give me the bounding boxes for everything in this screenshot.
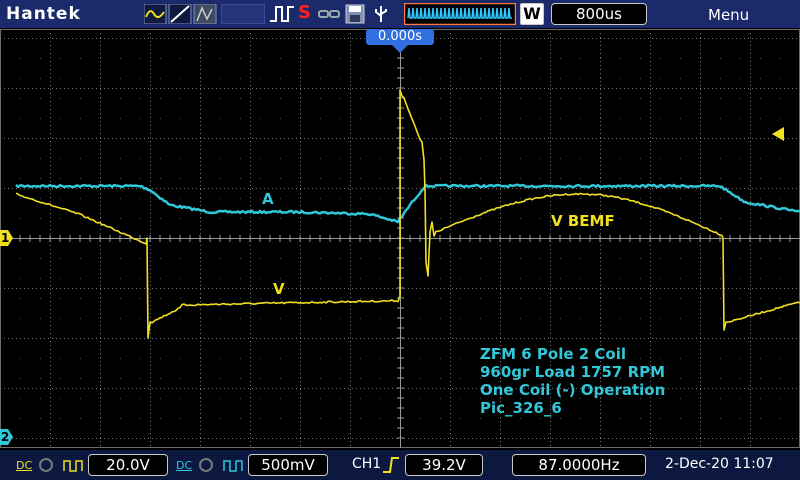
- ch2-coupling[interactable]: DC: [176, 459, 192, 472]
- trace-label-a: A: [262, 190, 274, 208]
- channel-1-trace: [15, 89, 800, 339]
- date-time: 2-Dec-20 11:07: [665, 456, 774, 472]
- bottom-status-bar: DC 20.0V DC 500mV CH1 39.2V 87.0000Hz 2-…: [0, 450, 800, 480]
- ch2-marker-label: 2: [1, 430, 10, 444]
- rising-edge-icon: [383, 457, 399, 473]
- ch2-volts-div[interactable]: 500mV: [248, 454, 328, 476]
- ch2-bw-limit-icon: [199, 458, 243, 472]
- trigger-level[interactable]: 39.2V: [405, 454, 483, 476]
- frequency-readout: 87.0000Hz: [512, 454, 646, 476]
- ch1-volts-div[interactable]: 20.0V: [88, 454, 168, 476]
- trace-label-v: V: [273, 280, 285, 298]
- trigger-level-marker: [772, 127, 784, 141]
- annotation-note: ZFM 6 Pole 2 Coil 960gr Load 1757 RPM On…: [480, 345, 665, 417]
- note-line: One Coil (-) Operation: [480, 381, 666, 399]
- channel-2-trace: [15, 183, 800, 224]
- trigger-source[interactable]: CH1: [352, 456, 381, 472]
- ch1-bw-limit-icon: [39, 458, 83, 472]
- ch1-coupling[interactable]: DC: [16, 459, 32, 472]
- ch1-marker-label: 1: [1, 231, 10, 245]
- trigger-time-label: 0.000s: [378, 29, 422, 44]
- note-line: ZFM 6 Pole 2 Coil: [480, 345, 627, 363]
- note-line: Pic_326_6: [480, 399, 562, 417]
- trace-label-v-bemf: V BEMF: [551, 212, 615, 230]
- note-line: 960gr Load 1757 RPM: [480, 363, 666, 381]
- oscilloscope-display: [0, 29, 800, 448]
